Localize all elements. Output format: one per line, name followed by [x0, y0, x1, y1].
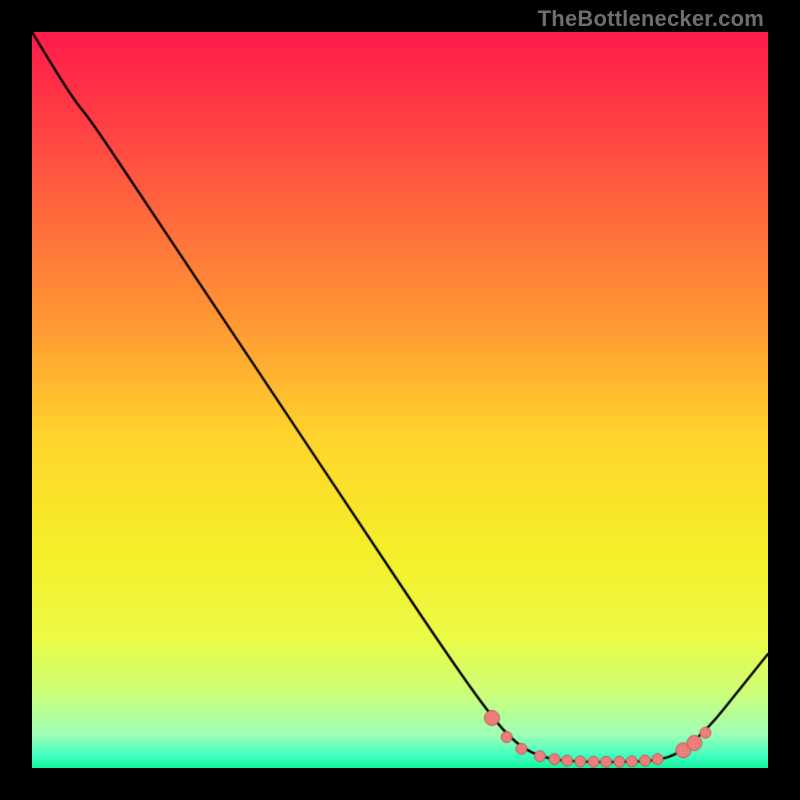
data-markers — [32, 32, 768, 768]
plot-area — [32, 32, 768, 768]
chart-figure: TheBottlenecker.com — [0, 0, 800, 800]
watermark-text: TheBottlenecker.com — [538, 6, 764, 32]
